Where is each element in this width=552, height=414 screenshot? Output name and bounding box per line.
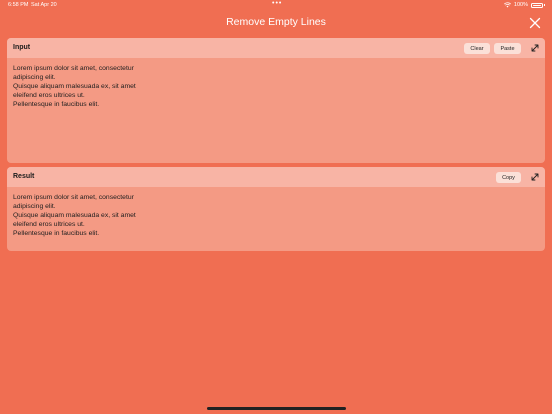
page-title: Remove Empty Lines (226, 16, 326, 28)
copy-button[interactable]: Copy (496, 172, 521, 183)
battery-tip (544, 4, 545, 6)
input-line: Pellentesque in faucibus elit. (13, 100, 100, 108)
result-line: Quisque aliquam malesuada ex, sit amet (13, 211, 136, 219)
status-time: 6:58 PM (8, 2, 29, 8)
battery-icon (531, 2, 543, 8)
status-bar: 6:58 PM Sat Apr 20 ••• 100% (0, 0, 552, 10)
expand-icon[interactable] (530, 172, 540, 182)
status-date: Sat Apr 20 (31, 2, 57, 8)
result-panel-header: Result Copy (7, 167, 545, 187)
battery-percent: 100% (513, 2, 528, 8)
result-panel-title: Result (13, 173, 35, 180)
clear-button[interactable]: Clear (464, 43, 490, 54)
home-indicator[interactable] (207, 407, 346, 410)
wifi-icon (503, 2, 511, 8)
result-line: Pellentesque in faucibus elit. (13, 229, 100, 237)
result-text: Lorem ipsum dolor sit amet, consectetur … (7, 187, 545, 246)
input-panel: Input Clear Paste Lorem ipsum dolor sit … (7, 38, 545, 163)
close-icon[interactable] (529, 17, 541, 29)
result-line: eleifend eros ultrices ut. (13, 220, 85, 228)
input-line: adipiscing elit. (13, 73, 56, 81)
input-line: eleifend eros ultrices ut. (13, 91, 85, 99)
result-panel: Result Copy Lorem ipsum dolor sit amet, … (7, 167, 545, 251)
status-right: 100% (503, 2, 545, 8)
result-line: Lorem ipsum dolor sit amet, consectetur (13, 194, 134, 201)
expand-icon[interactable] (530, 43, 540, 53)
multitasking-dots[interactable]: ••• (272, 0, 282, 7)
input-panel-title: Input (13, 44, 31, 51)
input-line: Quisque aliquam malesuada ex, sit amet (13, 82, 136, 90)
input-line: Lorem ipsum dolor sit amet, consectetur (13, 65, 134, 72)
paste-button[interactable]: Paste (494, 43, 521, 54)
input-panel-header: Input Clear Paste (7, 38, 545, 58)
result-line: adipiscing elit. (13, 202, 56, 210)
input-textarea[interactable]: Lorem ipsum dolor sit amet, consectetur … (7, 58, 545, 117)
